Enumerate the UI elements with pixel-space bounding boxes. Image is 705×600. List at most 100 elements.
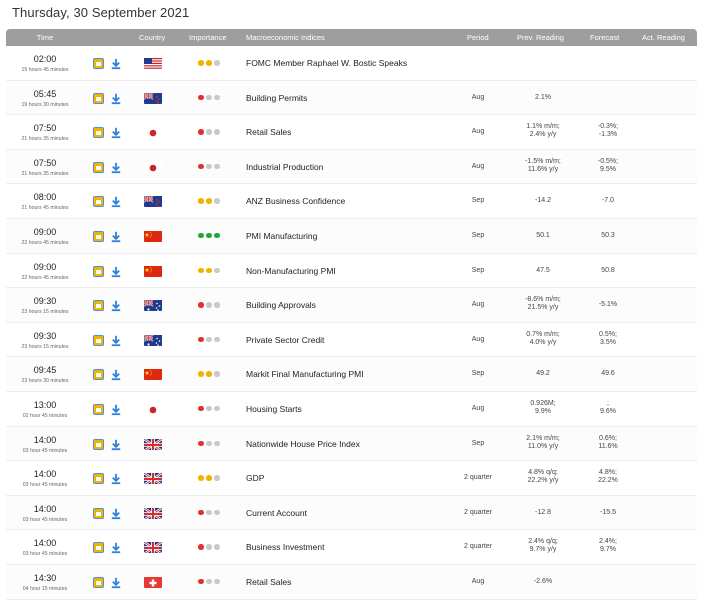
importance-indicator bbox=[198, 370, 222, 378]
download-icon[interactable] bbox=[111, 472, 121, 485]
add-to-calendar-icon[interactable] bbox=[93, 127, 104, 139]
indicator-name[interactable]: Retail Sales bbox=[246, 577, 291, 587]
previous-reading-line: 0.7% m/m; bbox=[526, 330, 560, 338]
download-icon[interactable] bbox=[111, 507, 121, 519]
table-row[interactable]: 09:00 22 hours 45 minutes Non-Manufacturin… bbox=[6, 253, 697, 289]
time-remaining: 03 hour 45 minutes bbox=[22, 482, 68, 489]
previous-reading-line: 50.1 bbox=[536, 231, 550, 239]
column-header-country[interactable]: Country bbox=[139, 29, 165, 46]
indicator-name[interactable]: FOMC Member Raphael W. Bostic Speaks bbox=[246, 58, 407, 68]
download-icon[interactable] bbox=[111, 265, 121, 277]
add-to-calendar-icon[interactable] bbox=[93, 92, 104, 104]
indicator-name[interactable]: Private Sector Credit bbox=[246, 335, 324, 345]
download-icon[interactable] bbox=[111, 161, 121, 173]
column-header-time[interactable]: Time bbox=[6, 29, 84, 46]
indicator-name[interactable]: Current Account bbox=[246, 508, 307, 518]
table-row[interactable]: 02:00 15 hours 45 minutes FOMC Member Raph… bbox=[6, 46, 697, 81]
download-icon[interactable] bbox=[111, 541, 121, 554]
forecast-line: 0.5%; bbox=[599, 330, 617, 338]
indicator-name[interactable]: PMI Manufacturing bbox=[246, 231, 317, 241]
add-to-calendar-icon[interactable] bbox=[93, 300, 104, 312]
download-icon[interactable] bbox=[111, 403, 121, 416]
table-row[interactable]: 14:00 03 hour 45 minutes GDP 2 quarter 4.8% … bbox=[6, 461, 697, 496]
add-to-calendar-icon[interactable] bbox=[93, 438, 104, 450]
time-remaining: 03 hour 45 minutes bbox=[22, 551, 68, 558]
download-icon[interactable] bbox=[111, 195, 121, 208]
importance-dot bbox=[214, 267, 220, 274]
column-header-indices[interactable]: Macroeconomic Indices bbox=[246, 29, 325, 46]
previous-reading-line: 2.4% q/q; bbox=[528, 538, 558, 546]
period-value: Aug bbox=[471, 162, 485, 170]
add-to-calendar-icon[interactable] bbox=[93, 161, 104, 173]
event-time: 02:00 bbox=[33, 54, 57, 64]
column-header-actual[interactable]: Act. Reading bbox=[642, 29, 685, 46]
importance-dot bbox=[198, 129, 204, 135]
table-row[interactable]: 07:50 21 hours 35 minutes Retail Sales Aug 1… bbox=[6, 115, 697, 150]
table-row[interactable]: 09:30 23 hours 15 minutes Building Approva… bbox=[6, 288, 697, 323]
add-to-calendar-icon[interactable] bbox=[93, 196, 104, 208]
add-to-calendar-icon[interactable] bbox=[93, 473, 104, 485]
jp-flag bbox=[144, 161, 162, 173]
add-to-calendar-icon[interactable] bbox=[93, 230, 104, 242]
download-icon[interactable] bbox=[111, 334, 121, 346]
column-header-forecast[interactable]: Forecast bbox=[590, 29, 619, 46]
add-to-calendar-icon[interactable] bbox=[93, 58, 104, 69]
table-row[interactable]: 09:30 23 hours 15 minutes Private Sector C… bbox=[6, 322, 697, 358]
importance-dot bbox=[214, 60, 220, 66]
indicator-name[interactable]: Housing Starts bbox=[246, 404, 302, 414]
table-row[interactable]: 14:00 03 hour 45 minutes Current Account 2 … bbox=[6, 495, 697, 531]
column-header-period[interactable]: Period bbox=[467, 29, 489, 46]
download-icon[interactable] bbox=[111, 230, 121, 243]
indicator-name[interactable]: Retail Sales bbox=[246, 127, 291, 137]
add-to-calendar-icon[interactable] bbox=[93, 507, 104, 519]
indicator-name[interactable]: Industrial Production bbox=[246, 162, 324, 172]
indicator-name[interactable]: ANZ Business Confidence bbox=[246, 196, 345, 206]
importance-dot bbox=[214, 578, 220, 585]
add-to-calendar-icon[interactable] bbox=[93, 576, 104, 588]
table-row[interactable]: 09:00 22 hours 45 minutes PMI Manufacturin… bbox=[6, 218, 697, 254]
importance-dot bbox=[198, 475, 204, 481]
indicator-name[interactable]: Nationwide House Price Index bbox=[246, 439, 360, 449]
download-icon[interactable] bbox=[111, 299, 121, 312]
add-to-calendar-icon[interactable] bbox=[93, 334, 104, 346]
indicator-name[interactable]: Non-Manufacturing PMI bbox=[246, 266, 336, 276]
jp-flag bbox=[144, 126, 162, 139]
indicator-name[interactable]: Building Permits bbox=[246, 93, 307, 103]
forecast-value: 4.8%; 22.2% bbox=[578, 469, 638, 485]
au-flag bbox=[144, 334, 162, 346]
add-to-calendar-icon[interactable] bbox=[93, 369, 104, 381]
previous-reading-line: 1.1% m/m; bbox=[526, 123, 560, 131]
download-icon[interactable] bbox=[111, 92, 121, 104]
add-to-calendar-icon[interactable] bbox=[93, 403, 104, 415]
add-to-calendar-icon[interactable] bbox=[93, 265, 104, 277]
event-time: 05:45 bbox=[33, 88, 57, 99]
table-row[interactable]: 08:00 21 hours 45 minutes ANZ Business Con… bbox=[6, 184, 697, 219]
importance-indicator bbox=[198, 197, 222, 205]
column-header-prev[interactable]: Prev. Reading bbox=[517, 29, 564, 46]
previous-reading: 0.7% m/m; 4.0% y/y bbox=[514, 331, 572, 347]
download-icon[interactable] bbox=[111, 438, 121, 450]
download-icon[interactable] bbox=[111, 126, 121, 139]
table-row[interactable]: 13:00 02 hour 45 minutes Housing Starts Aug… bbox=[6, 391, 697, 427]
column-header-importance[interactable]: Importance bbox=[189, 29, 227, 46]
table-row[interactable]: 07:50 21 hours 35 minutes Industrial Produ… bbox=[6, 149, 697, 185]
add-to-calendar-icon[interactable] bbox=[93, 542, 104, 554]
indicator-name[interactable]: Building Approvals bbox=[246, 300, 316, 310]
indicator-name[interactable]: GDP bbox=[246, 473, 264, 483]
download-icon[interactable] bbox=[111, 57, 121, 70]
table-row[interactable]: 14:00 03 hour 45 minutes Business Investme… bbox=[6, 530, 697, 565]
importance-dot bbox=[198, 232, 204, 239]
previous-reading-line: 21.5% y/y bbox=[527, 304, 559, 312]
download-icon[interactable] bbox=[111, 576, 121, 589]
indicator-name[interactable]: Business Investment bbox=[246, 542, 324, 552]
forecast-value: -5.1% bbox=[578, 301, 638, 309]
indicator-name[interactable]: Markit Final Manufacturing PMI bbox=[246, 369, 364, 379]
table-row[interactable]: 14:30 04 hour 15 minutes Retail Sales Aug -2… bbox=[6, 564, 697, 600]
forecast-line: 11.6% bbox=[598, 442, 618, 450]
previous-reading: -14.2 bbox=[514, 197, 572, 205]
table-row[interactable]: 05:45 19 hours 30 minutes Building Permits… bbox=[6, 80, 697, 116]
forecast-value: 0.6%; 11.6% bbox=[578, 435, 638, 451]
table-row[interactable]: 09:45 23 hours 30 minutes Markit Final Man… bbox=[6, 357, 697, 392]
download-icon[interactable] bbox=[111, 368, 121, 381]
table-row[interactable]: 14:00 03 hour 45 minutes Nationwide House … bbox=[6, 426, 697, 462]
